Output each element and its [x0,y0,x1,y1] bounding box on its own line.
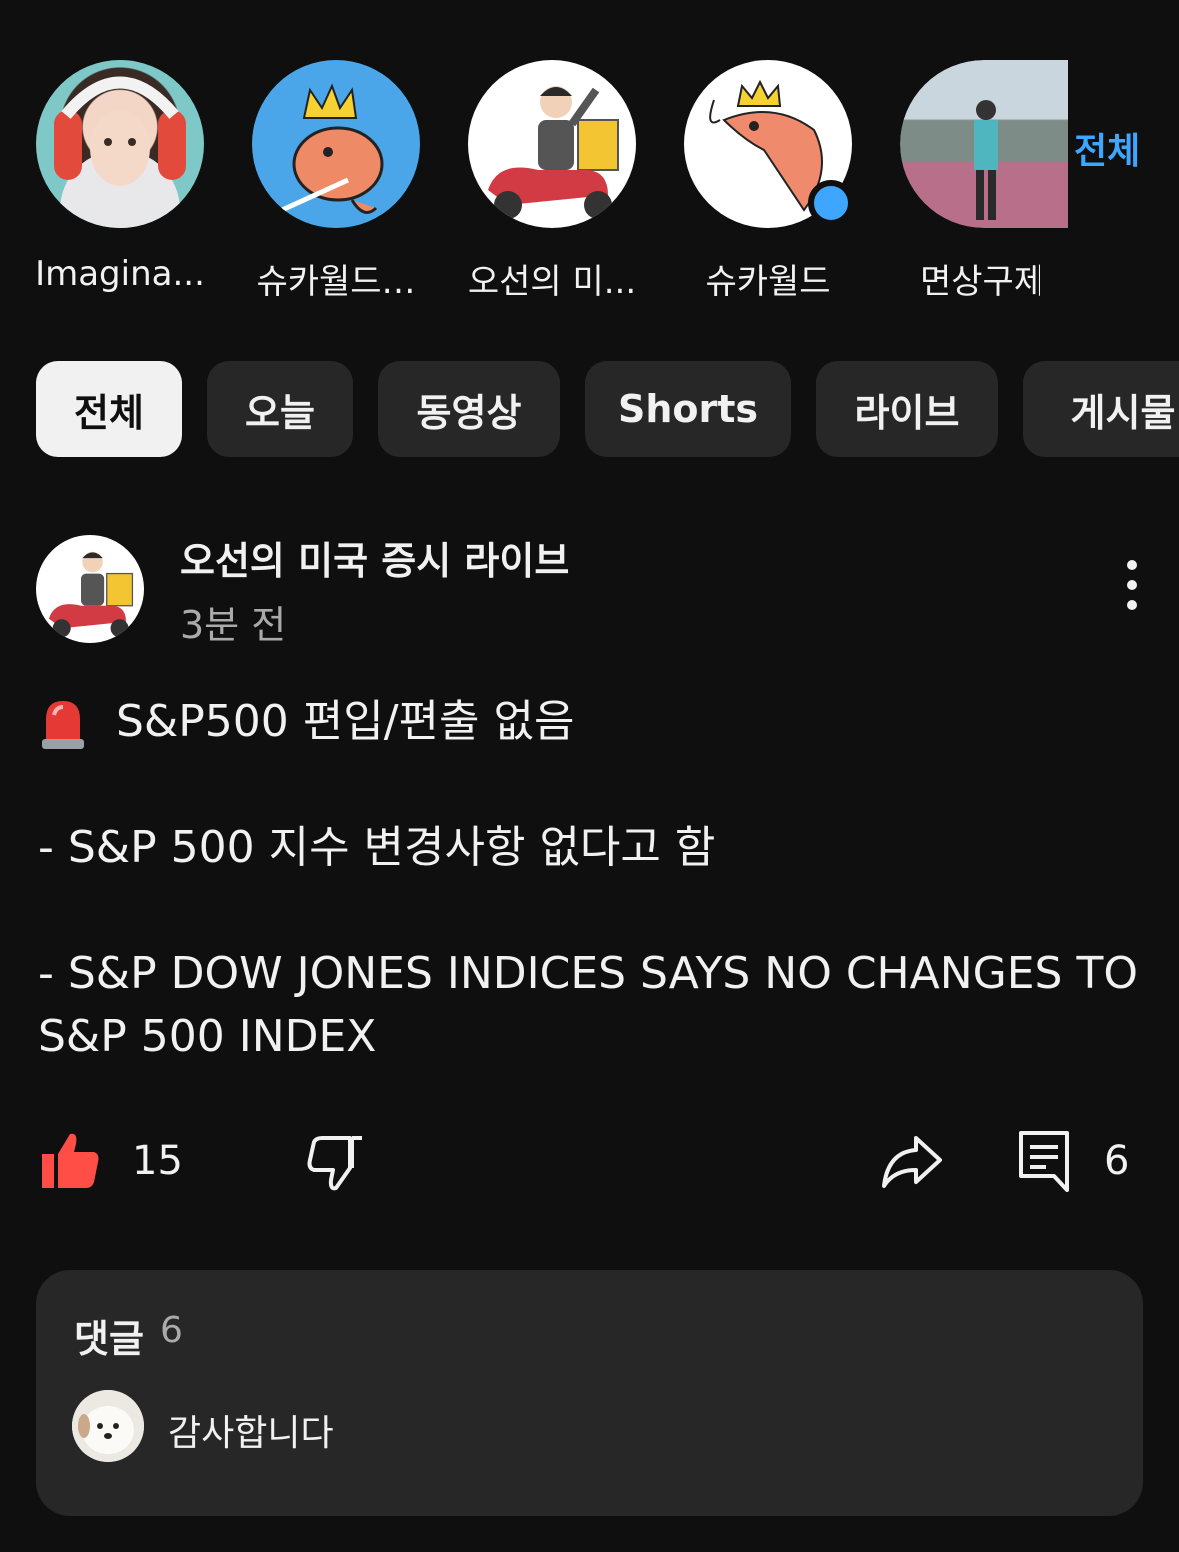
post-time: 3분 전 [180,603,287,647]
post-channel-avatar[interactable] [36,535,144,643]
like-button[interactable] [40,1130,102,1190]
new-content-dot [808,180,854,226]
top-comment-text: 감사합니다 [168,1413,334,1454]
chip-live[interactable]: 라이브 [816,361,998,457]
siren-icon [38,697,88,751]
share-icon [882,1136,942,1188]
channel-avatar [36,60,204,228]
channel-name: 슈카월드… [256,262,416,302]
share-button[interactable] [880,1134,944,1190]
comments-count: 6 [160,1310,183,1351]
like-count: 15 [132,1138,183,1184]
comments-preview[interactable]: 댓글 6 감사합니다 [36,1270,1143,1516]
post-line: - S&P 500 지수 변경사항 없다고 함 [38,822,716,873]
comment-icon [1019,1131,1069,1192]
channel-avatar [900,60,1068,228]
channel-avatar [252,60,420,228]
channel-avatar [684,60,854,228]
channel-name: 면상구제 [920,262,1040,302]
post-body: S&P500 편입/편출 없음 - S&P 500 지수 변경사항 없다고 함 … [38,690,1148,1068]
channel-name: 오선의 미... [467,262,637,302]
subscriptions-row: Imagina... 슈카월드… 오선의 미... 슈카월드 면상구제 전체 [0,0,1179,320]
dislike-button[interactable] [306,1134,366,1192]
subscription-channel[interactable]: 면상구제 [884,60,1068,303]
thumbs-up-icon [42,1133,99,1188]
comment-count: 6 [1104,1138,1130,1184]
subscription-channel[interactable]: Imagina... [20,60,220,294]
channel-name: 슈카월드 [705,262,831,302]
chip-videos[interactable]: 동영상 [378,361,560,457]
post-channel-name[interactable]: 오선의 미국 증시 라이브 [180,530,569,585]
all-subscriptions-link[interactable]: 전체 [1074,122,1140,174]
chip-all[interactable]: 전체 [36,361,182,457]
chip-posts[interactable]: 게시물 [1023,361,1179,457]
comments-button[interactable] [1018,1130,1070,1192]
subscription-channel[interactable]: 오선의 미... [452,60,652,303]
commenter-avatar [72,1390,144,1462]
chip-today[interactable]: 오늘 [207,361,353,457]
channel-name: Imagina... [35,254,205,294]
filter-chips: 전체 오늘 동영상 Shorts 라이브 게시물 [36,361,1179,457]
subscription-channel[interactable]: 슈카월드 [668,60,868,303]
thumbs-down-icon [307,1136,362,1191]
subscription-channel[interactable]: 슈카월드… [236,60,436,303]
post-line: S&P500 편입/편출 없음 [116,696,575,747]
comments-title: 댓글 [74,1317,144,1361]
chip-shorts[interactable]: Shorts [585,361,791,457]
channel-avatar [468,60,636,228]
more-options-icon[interactable] [1112,560,1152,620]
post-line: - S&P DOW JONES INDICES SAYS NO CHANGES … [38,948,1138,1062]
